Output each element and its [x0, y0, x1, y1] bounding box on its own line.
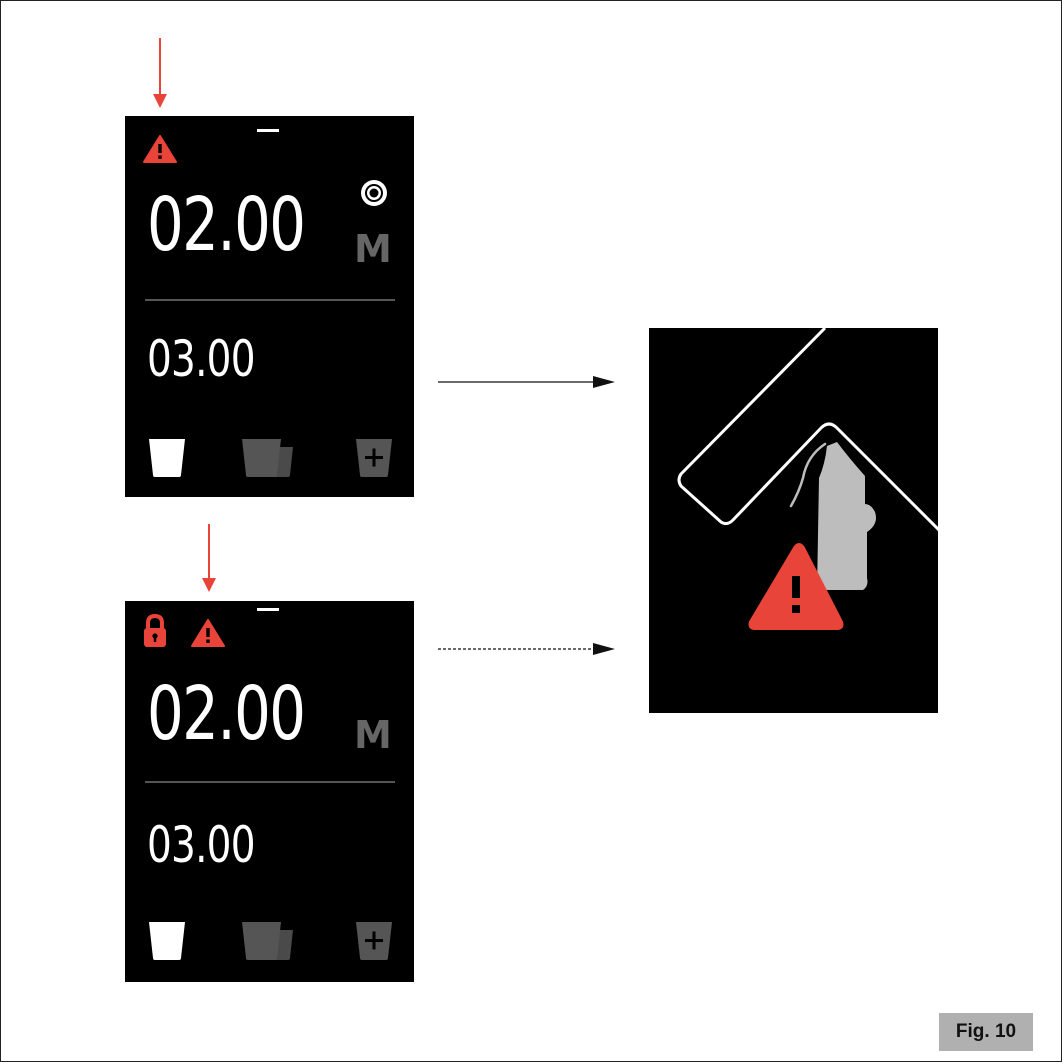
double-cup-icon[interactable]	[241, 920, 297, 962]
main-time: 02.00	[147, 671, 306, 757]
top-handle[interactable]	[257, 129, 279, 132]
main-time: 02.00	[147, 182, 306, 268]
single-cup-icon[interactable]	[147, 920, 187, 962]
transition-arrow-solid	[438, 376, 615, 388]
divider	[145, 299, 395, 301]
add-cup-icon[interactable]	[354, 437, 394, 479]
mode-label[interactable]: M	[354, 716, 392, 754]
lock-icon	[144, 614, 166, 647]
grinder-door-outline	[677, 328, 938, 532]
secondary-time: 03.00	[147, 330, 256, 388]
divider	[145, 781, 395, 783]
warning-icon	[191, 619, 225, 647]
mode-label[interactable]: M	[354, 230, 392, 268]
double-cup-icon[interactable]	[241, 437, 297, 479]
warning-icon	[143, 135, 177, 163]
alert-screen	[649, 328, 938, 713]
secondary-time: 03.00	[147, 816, 256, 874]
top-handle[interactable]	[257, 608, 279, 611]
target-ring-icon	[361, 180, 387, 206]
portafilter-holder-icon	[817, 442, 876, 590]
indicator-arrow-top	[153, 38, 167, 108]
transition-arrow-dashed	[438, 643, 615, 655]
figure-label: Fig. 10	[939, 1013, 1033, 1051]
single-cup-icon[interactable]	[147, 437, 187, 479]
indicator-arrow-bottom	[202, 524, 216, 592]
add-cup-icon[interactable]	[354, 920, 394, 962]
display-screen-normal: 02.00 M 03.00	[125, 116, 414, 497]
display-screen-locked: 02.00 M 03.00	[125, 601, 414, 982]
grinder-door-alert-illustration	[677, 328, 938, 630]
